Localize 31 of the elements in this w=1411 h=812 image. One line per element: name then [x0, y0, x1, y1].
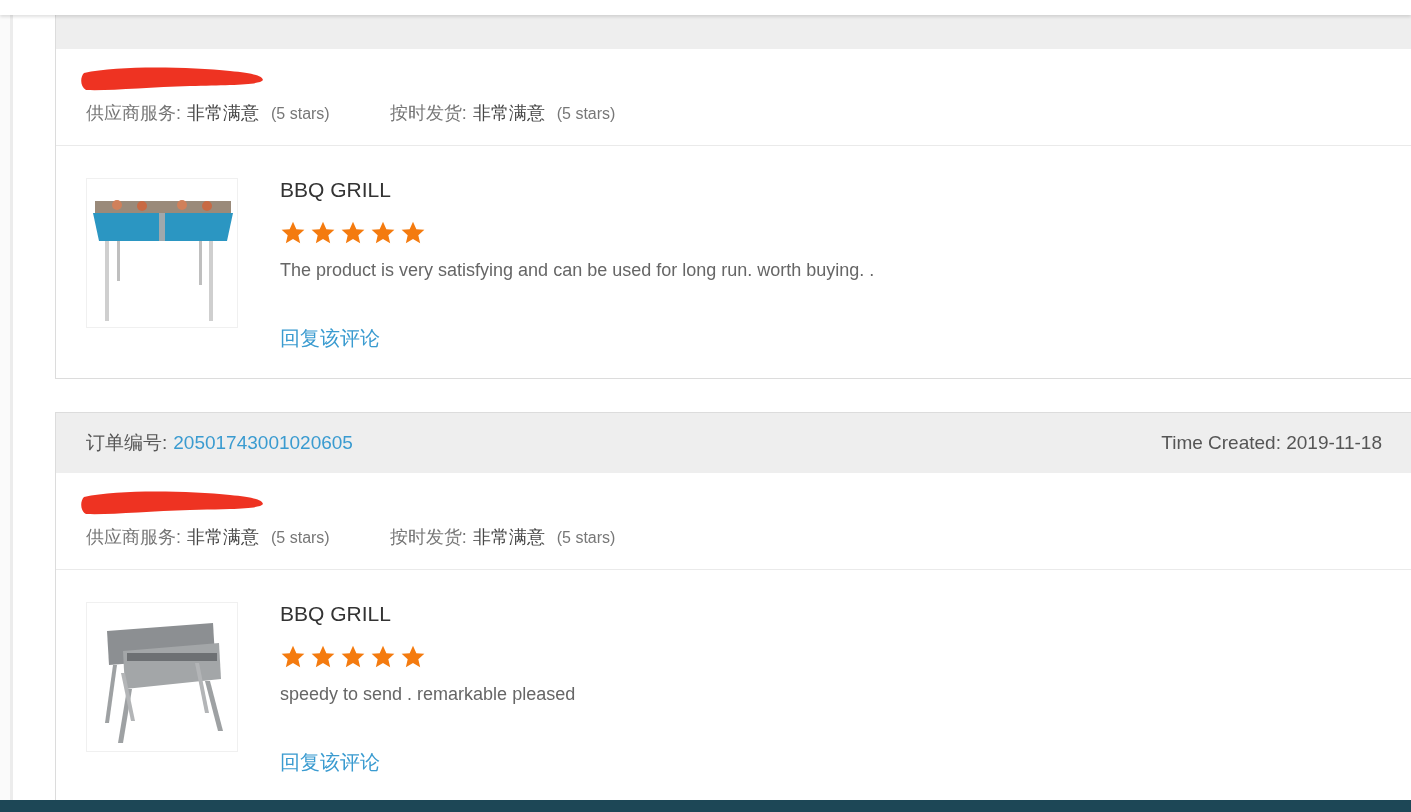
product-title: BBQ GRILL	[280, 178, 392, 202]
star-icon	[310, 220, 336, 246]
review-comment: The product is very satisfying and can be used for long run. worth buying. .	[280, 260, 875, 281]
star-icon	[280, 644, 306, 670]
rating-value: 非常满意	[187, 102, 259, 125]
star-icon	[400, 220, 426, 246]
star-icon	[310, 644, 336, 670]
rating-label: 按时发货:	[389, 526, 467, 549]
rating-note: (5 stars)	[271, 105, 330, 123]
order-label: 订单编号:	[86, 431, 168, 455]
order-number-link[interactable]: 20501743001020605	[173, 432, 353, 454]
reply-link[interactable]: 回复该评论	[280, 325, 875, 352]
review-comment: speedy to send . remarkable pleased	[280, 684, 576, 705]
rating-label: 按时发货:	[389, 102, 467, 125]
rating-note: (5 stars)	[556, 105, 616, 123]
star-icon	[370, 644, 396, 670]
rating-note: (5 stars)	[271, 529, 330, 547]
star-icon	[280, 220, 306, 246]
rating-value: 非常满意	[472, 102, 545, 125]
star-icon	[340, 644, 366, 670]
rating-value: 非常满意	[187, 526, 259, 549]
time-created: Time Created: 2019-11-18	[1161, 432, 1382, 454]
star-icon	[340, 220, 366, 246]
rating-label: 供应商服务:	[86, 526, 181, 549]
rating-note: (5 stars)	[556, 529, 616, 547]
star-icon	[400, 644, 426, 670]
star-icon	[370, 220, 396, 246]
rating-value: 非常满意	[472, 526, 545, 549]
product-title: BBQ GRILL	[280, 602, 392, 626]
reply-link[interactable]: 回复该评论	[280, 749, 576, 776]
rating-label: 供应商服务:	[86, 102, 181, 125]
